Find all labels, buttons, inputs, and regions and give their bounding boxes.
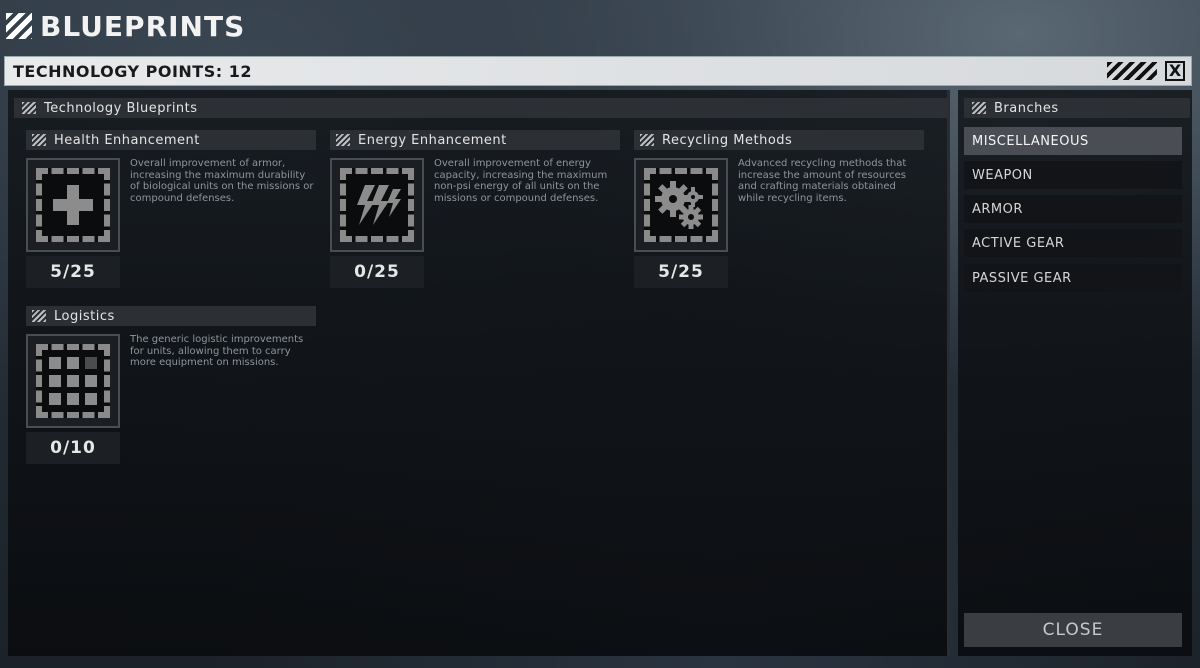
card-description: Overall improvement of armor, increasing…	[130, 158, 314, 204]
card-header: Energy Enhancement	[330, 130, 620, 150]
card-header: Recycling Methods	[634, 130, 924, 150]
stripes-icon	[972, 102, 986, 114]
card-title: Energy Enhancement	[358, 132, 507, 148]
branch-miscellaneous[interactable]: MISCELLANEOUS	[964, 127, 1182, 155]
blueprint-card-logistics[interactable]: Logistics The generic logistic improveme…	[26, 306, 316, 466]
stripes-icon	[32, 310, 46, 322]
blueprints-panel: Technology Blueprints Health Enhancement…	[8, 90, 950, 656]
window-title: BLUEPRINTS	[6, 8, 245, 44]
branches-heading: Branches	[994, 100, 1059, 116]
stripes-icon	[640, 134, 654, 146]
plus-icon[interactable]	[26, 158, 120, 252]
branch-weapon[interactable]: WEAPON	[964, 161, 1182, 189]
card-description: Overall improvement of energy capacity, …	[434, 158, 608, 204]
close-window-icon[interactable]: X	[1165, 61, 1185, 81]
stripes-icon	[336, 134, 350, 146]
close-button[interactable]: CLOSE	[964, 613, 1182, 647]
window-title-text: BLUEPRINTS	[40, 9, 246, 43]
card-title: Logistics	[54, 308, 115, 324]
branch-passive-gear[interactable]: PASSIVE GEAR	[964, 264, 1182, 292]
tech-points-bar: TECHNOLOGY POINTS: 12 X	[4, 56, 1192, 86]
card-header: Health Enhancement	[26, 130, 316, 150]
blueprints-heading: Technology Blueprints	[44, 100, 198, 116]
blueprints-panel-header: Technology Blueprints	[14, 98, 948, 118]
branch-active-gear[interactable]: ACTIVE GEAR	[964, 229, 1182, 257]
gears-icon[interactable]	[634, 158, 728, 252]
card-progress-count: 0/25	[330, 256, 424, 288]
hatch-decoration-icon	[1107, 62, 1157, 80]
grid-icon[interactable]	[26, 334, 120, 428]
card-header: Logistics	[26, 306, 316, 326]
lightning-icon[interactable]	[330, 158, 424, 252]
card-progress-count: 5/25	[634, 256, 728, 288]
branches-panel: Branches MISCELLANEOUS WEAPON ARMOR ACTI…	[958, 90, 1192, 656]
card-description: The generic logistic improvements for un…	[130, 334, 304, 368]
card-progress-count: 0/10	[26, 432, 120, 464]
card-progress-count: 5/25	[26, 256, 120, 288]
blueprint-card-energy-enhancement[interactable]: Energy Enhancement Overall improvement o…	[330, 130, 620, 290]
tech-points-label: TECHNOLOGY POINTS: 12	[13, 61, 252, 81]
branches-panel-header: Branches	[964, 98, 1190, 118]
stripes-icon	[32, 134, 46, 146]
card-description: Advanced recycling methods that increase…	[738, 158, 907, 204]
card-title: Recycling Methods	[662, 132, 793, 148]
stripes-icon	[22, 102, 36, 114]
blueprint-card-recycling-methods[interactable]: Recycling Methods Advanced recycling met…	[634, 130, 924, 290]
card-title: Health Enhancement	[54, 132, 200, 148]
branch-armor[interactable]: ARMOR	[964, 195, 1182, 223]
blueprint-card-health-enhancement[interactable]: Health Enhancement Overall improvement o…	[26, 130, 316, 290]
blueprints-logo-icon	[6, 13, 32, 39]
